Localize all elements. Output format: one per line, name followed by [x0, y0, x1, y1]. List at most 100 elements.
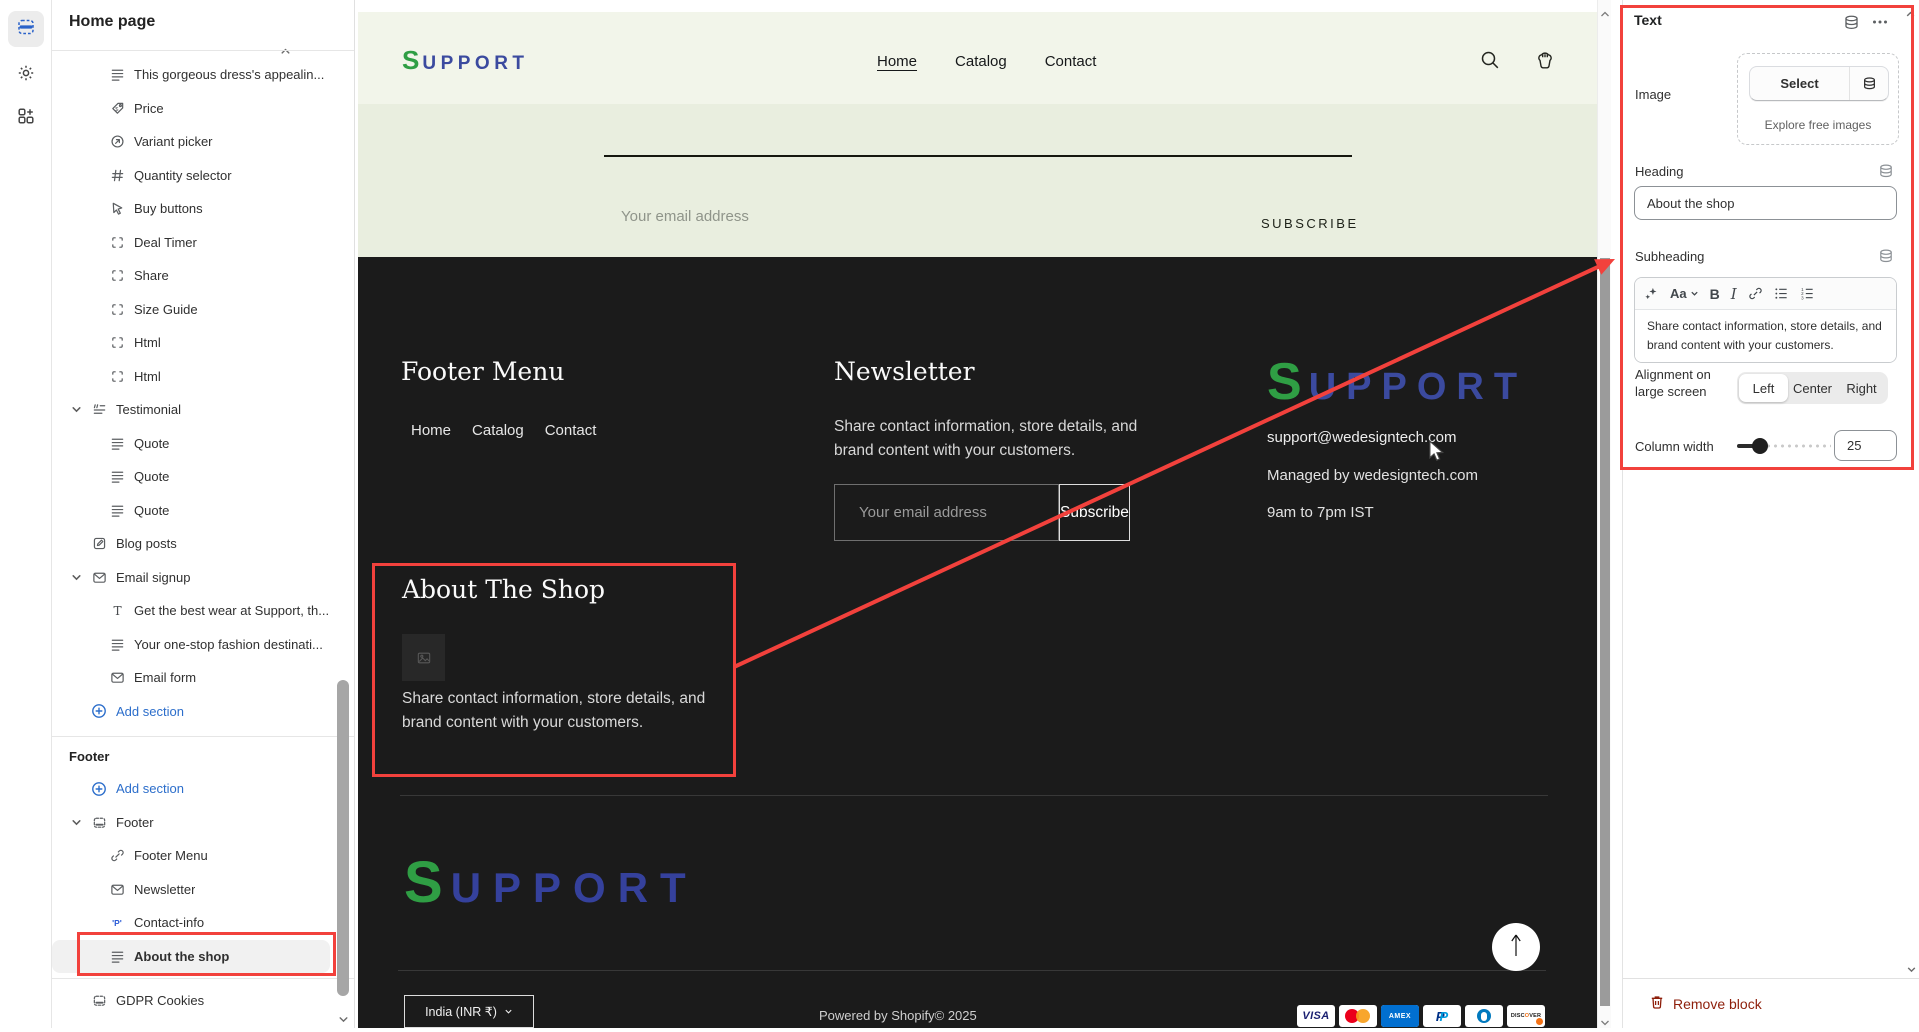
sidebar-item-footer[interactable]: Footer: [52, 806, 354, 840]
numbered-list-button[interactable]: 123: [1800, 286, 1815, 301]
sidebar-item-variant-picker[interactable]: Variant picker: [52, 125, 354, 159]
sidebar-item-label: Newsletter: [134, 882, 195, 897]
sidebar-item-section[interactable]: [52, 1018, 354, 1029]
logo-first-letter: S: [402, 45, 422, 75]
sidebar-item-label: This gorgeous dress's appealin...: [134, 67, 324, 82]
sidebar-item-html[interactable]: Html: [52, 326, 354, 360]
sidebar-item-this-gorgeous-dress-s-appealin[interactable]: This gorgeous dress's appealin...: [52, 58, 354, 92]
bold-button[interactable]: B: [1710, 286, 1720, 302]
magic-icon[interactable]: [1644, 286, 1659, 301]
text-lines-icon: [109, 502, 125, 518]
nav-link-home[interactable]: Home: [877, 53, 917, 70]
scroll-down-hint-icon[interactable]: [338, 1012, 349, 1028]
subheading-textarea[interactable]: Share contact information, store details…: [1635, 310, 1896, 362]
dynamic-source-icon[interactable]: [1850, 67, 1888, 100]
logo-rest: UPPORT: [422, 53, 528, 74]
scrollbar-up-icon[interactable]: [1600, 5, 1610, 23]
powered-by[interactable]: Powered by Shopify© 2025: [819, 1008, 977, 1023]
preview-scrollbar[interactable]: [1597, 0, 1611, 1028]
app-embeds-button[interactable]: [8, 100, 44, 136]
sidebar-item-quantity-selector[interactable]: Quantity selector: [52, 159, 354, 193]
theme-settings-button[interactable]: [8, 57, 44, 93]
sidebar-item-get-the-best-wear-at-support-th[interactable]: TGet the best wear at Support, th...: [52, 594, 354, 628]
alignment-option-left[interactable]: Left: [1739, 374, 1788, 402]
nav-link-contact[interactable]: Contact: [1045, 53, 1097, 70]
sidebar-item-deal-timer[interactable]: Deal Timer: [52, 226, 354, 260]
sidebar-item-footer-menu[interactable]: Footer Menu: [52, 839, 354, 873]
dynamic-source-icon[interactable]: [1878, 163, 1894, 184]
sidebar-item-testimonial[interactable]: Testimonial: [52, 393, 354, 427]
dynamic-source-icon[interactable]: [1843, 14, 1860, 36]
dynamic-source-icon[interactable]: [1878, 248, 1894, 269]
column-width-input[interactable]: [1834, 430, 1897, 461]
collapse-chevron-icon[interactable]: [71, 817, 91, 828]
sidebar-item-label: Share: [134, 268, 169, 283]
newsletter-email-input[interactable]: [834, 484, 1059, 541]
theme-preview: SUPPORT HomeCatalogContact SUBSCRIBE .st…: [355, 0, 1597, 1028]
sidebar-scrollbar-thumb[interactable]: [337, 680, 349, 996]
collapse-chevron-icon[interactable]: [71, 572, 91, 583]
store-logo[interactable]: SUPPORT: [402, 45, 529, 76]
email-signup-input[interactable]: [621, 208, 921, 225]
subscribe-button[interactable]: SUBSCRIBE: [1261, 216, 1359, 231]
overflow-menu-icon[interactable]: [1871, 14, 1889, 35]
contact-email[interactable]: support@wedesigntech.com: [1267, 429, 1457, 446]
footer-link-contact[interactable]: Contact: [545, 422, 597, 439]
page-title: Home page: [69, 13, 155, 31]
svg-text:T: T: [113, 604, 121, 618]
heading-input[interactable]: [1634, 186, 1897, 220]
logo-first-letter: S: [1267, 353, 1309, 411]
sidebar-item-size-guide[interactable]: Size Guide: [52, 293, 354, 327]
sidebar-item-share[interactable]: Share: [52, 259, 354, 293]
sidebar-item-blog-posts[interactable]: Blog posts: [52, 527, 354, 561]
sidebar-item-gdpr-cookies[interactable]: GDPR Cookies: [52, 984, 354, 1018]
scrollbar-down-icon[interactable]: [1600, 1014, 1610, 1032]
footer-divider: [398, 970, 1546, 971]
sidebar-item-about-the-shop[interactable]: About the shop: [52, 940, 330, 974]
sidebar-item-email-signup[interactable]: Email signup: [52, 561, 354, 595]
scroll-to-top-button[interactable]: [1492, 923, 1540, 971]
image-select-button[interactable]: Select: [1749, 66, 1889, 101]
preview-scrollbar-thumb[interactable]: [1600, 258, 1610, 1006]
sidebar-item-label: Your one-stop fashion destinati...: [134, 637, 323, 652]
sidebar-item-quote[interactable]: Quote: [52, 494, 354, 528]
sidebar-item-html[interactable]: Html: [52, 360, 354, 394]
collapse-chevron-icon[interactable]: [71, 404, 91, 415]
currency-selector[interactable]: India (INR ₹): [404, 995, 534, 1028]
email-underline: [604, 155, 1352, 157]
link-button[interactable]: [1748, 286, 1763, 301]
newsletter-subscribe-button[interactable]: Subscribe: [1059, 484, 1130, 541]
nav-link-catalog[interactable]: Catalog: [955, 53, 1007, 70]
currency-label: India (INR ₹): [425, 1004, 497, 1019]
contact-managed: Managed by wedesigntech.com: [1267, 467, 1478, 484]
footer-link-home[interactable]: Home: [411, 422, 451, 439]
text-style-button[interactable]: Aa: [1670, 286, 1699, 301]
newsletter-title: Newsletter: [834, 357, 975, 386]
sections-tab-button[interactable]: [8, 11, 44, 47]
explore-free-images-link[interactable]: Explore free images: [1738, 118, 1898, 132]
sidebar-item-your-one-stop-fashion-destinati[interactable]: Your one-stop fashion destinati...: [52, 628, 354, 662]
sidebar-item-newsletter[interactable]: Newsletter: [52, 873, 354, 907]
italic-button[interactable]: I: [1731, 285, 1737, 303]
alignment-option-right[interactable]: Right: [1837, 374, 1886, 402]
text-style-label: Aa: [1670, 286, 1687, 301]
sidebar-item-contact-info[interactable]: 'P'Contact-info: [52, 906, 354, 940]
slider-knob[interactable]: [1752, 438, 1768, 454]
sidebar-item-add-section[interactable]: Add section: [52, 695, 354, 729]
sidebar-item-quote[interactable]: Quote: [52, 460, 354, 494]
about-image-placeholder: [402, 634, 445, 681]
bullet-list-button[interactable]: [1774, 286, 1789, 301]
remove-block-button[interactable]: Remove block: [1649, 994, 1762, 1013]
sidebar-item-quote[interactable]: Quote: [52, 427, 354, 461]
sidebar-item-add-section[interactable]: Add section: [52, 772, 354, 806]
blog-icon: [91, 536, 107, 552]
search-icon[interactable]: [1478, 48, 1502, 77]
sidebar-item-email-form[interactable]: Email form: [52, 661, 354, 695]
alignment-option-center[interactable]: Center: [1788, 374, 1837, 402]
panel-scroll-up-icon[interactable]: [1905, 7, 1916, 25]
account-icon[interactable]: [1533, 48, 1557, 77]
footer-link-catalog[interactable]: Catalog: [472, 422, 524, 439]
sidebar-item-price[interactable]: $Price: [52, 92, 354, 126]
sidebar-item-label: Quote: [134, 469, 169, 484]
sidebar-item-buy-buttons[interactable]: Buy buttons: [52, 192, 354, 226]
